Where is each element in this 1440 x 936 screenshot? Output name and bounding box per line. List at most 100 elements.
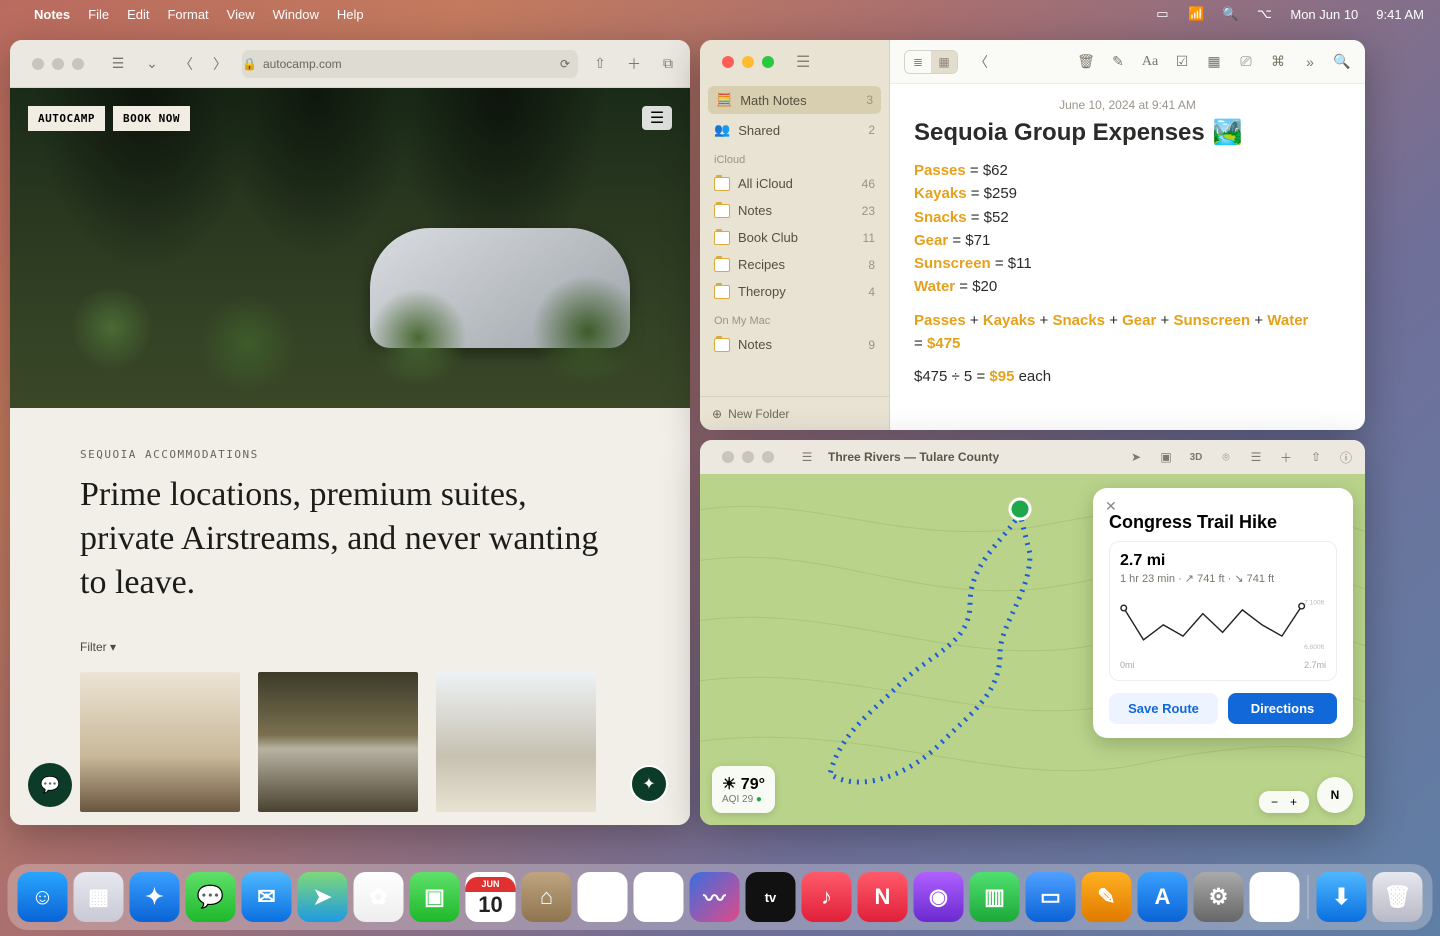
- new-folder-button[interactable]: ⊕New Folder: [700, 396, 889, 430]
- lookaround-icon[interactable]: ⌾: [1217, 450, 1235, 465]
- folder-notes[interactable]: Notes23: [700, 197, 889, 224]
- book-now-button[interactable]: BOOK NOW: [113, 106, 190, 131]
- wifi-icon[interactable]: 📶: [1188, 6, 1204, 22]
- menu-help[interactable]: Help: [337, 7, 364, 22]
- folder-recipes[interactable]: Recipes8: [700, 251, 889, 278]
- menu-file[interactable]: File: [88, 7, 109, 22]
- checklist-icon[interactable]: ☑: [1173, 53, 1191, 70]
- format-icon[interactable]: Aa: [1141, 54, 1159, 70]
- trash-icon[interactable]: 🗑: [1077, 53, 1095, 70]
- add-icon[interactable]: ＋: [1277, 449, 1295, 466]
- map-mode-icon[interactable]: ▣: [1157, 450, 1175, 464]
- view-segmented-control[interactable]: ≣▦: [904, 50, 958, 74]
- back-icon[interactable]: 〈: [972, 52, 990, 72]
- more-icon[interactable]: »: [1301, 54, 1319, 70]
- chevron-down-icon[interactable]: ⌄: [140, 52, 164, 76]
- window-minimize[interactable]: [742, 56, 754, 68]
- 3d-icon[interactable]: 3D: [1187, 452, 1205, 463]
- folder-local-notes[interactable]: Notes9: [700, 331, 889, 358]
- dock-maps[interactable]: ➤: [298, 872, 348, 922]
- note-body[interactable]: June 10, 2024 at 9:41 AM Sequoia Group E…: [890, 84, 1365, 430]
- menu-format[interactable]: Format: [167, 7, 208, 22]
- gallery-view-icon[interactable]: ▦: [931, 51, 957, 73]
- folder-all-icloud[interactable]: All iCloud46: [700, 170, 889, 197]
- save-route-button[interactable]: Save Route: [1109, 693, 1218, 724]
- spotlight-icon[interactable]: 🔍: [1222, 6, 1238, 22]
- zoom-out-button[interactable]: −: [1265, 795, 1284, 809]
- dock-reminders[interactable]: ≣: [578, 872, 628, 922]
- dock-finder[interactable]: ☺: [18, 872, 68, 922]
- sidebar-toggle-icon[interactable]: ☰: [798, 450, 816, 464]
- window-close[interactable]: [722, 56, 734, 68]
- menubar-date[interactable]: Mon Jun 10: [1290, 7, 1358, 22]
- dock-messages[interactable]: 💬: [186, 872, 236, 922]
- new-tab-icon[interactable]: ＋: [622, 52, 646, 76]
- share-icon[interactable]: ⇧: [588, 52, 612, 76]
- menubar-time[interactable]: 9:41 AM: [1376, 7, 1424, 22]
- battery-icon[interactable]: ▭: [1154, 6, 1170, 22]
- window-zoom[interactable]: [72, 58, 84, 70]
- dock-calendar[interactable]: JUN10: [466, 872, 516, 922]
- dock-facetime[interactable]: ▣: [410, 872, 460, 922]
- tabs-icon[interactable]: ⧉: [656, 52, 680, 76]
- dock-settings[interactable]: ⚙: [1194, 872, 1244, 922]
- forward-button[interactable]: 〉: [208, 52, 232, 76]
- menu-edit[interactable]: Edit: [127, 7, 149, 22]
- compose-icon[interactable]: ✎: [1109, 53, 1127, 70]
- settings-icon[interactable]: ⓘ: [1337, 449, 1355, 466]
- address-bar[interactable]: 🔒 autocamp.com ⟳: [242, 50, 578, 78]
- map-canvas[interactable]: ☀︎ 79° AQI 29 ● − + N ✕ Congress Trail H…: [700, 474, 1365, 825]
- dock-tv[interactable]: tv: [746, 872, 796, 922]
- location-icon[interactable]: ➤: [1127, 450, 1145, 464]
- window-close[interactable]: [722, 451, 734, 463]
- dock-notes[interactable]: ✎: [634, 872, 684, 922]
- compass[interactable]: N: [1317, 777, 1353, 813]
- dock-pages[interactable]: ✎: [1082, 872, 1132, 922]
- dock-launchpad[interactable]: ▦: [74, 872, 124, 922]
- dock-music[interactable]: ♪: [802, 872, 852, 922]
- dock-trash[interactable]: 🗑: [1373, 872, 1423, 922]
- dock-podcasts[interactable]: ◉: [914, 872, 964, 922]
- directions-button[interactable]: Directions: [1228, 693, 1337, 724]
- accessibility-fab-icon[interactable]: ✦: [630, 765, 668, 803]
- zoom-in-button[interactable]: +: [1284, 795, 1303, 809]
- menu-window[interactable]: Window: [273, 7, 319, 22]
- dock-keynote[interactable]: ▭: [1026, 872, 1076, 922]
- route-icon[interactable]: ☰: [1247, 450, 1265, 464]
- folder-shared[interactable]: 👥Shared 2: [700, 116, 889, 144]
- weather-widget[interactable]: ☀︎ 79° AQI 29 ●: [712, 766, 775, 813]
- window-close[interactable]: [32, 58, 44, 70]
- filter-dropdown[interactable]: Filter ▾: [80, 640, 620, 654]
- dock-photos[interactable]: ✿: [354, 872, 404, 922]
- share-icon[interactable]: ⇧: [1307, 450, 1325, 464]
- menubar-appname[interactable]: Notes: [34, 7, 70, 22]
- dock-contacts[interactable]: ⌂: [522, 872, 572, 922]
- control-center-icon[interactable]: ⌥: [1256, 6, 1272, 22]
- back-button[interactable]: 〈: [174, 52, 198, 76]
- accommodation-thumb[interactable]: [258, 672, 418, 812]
- reload-icon[interactable]: ⟳: [560, 57, 570, 71]
- hamburger-menu-icon[interactable]: ☰: [642, 106, 672, 130]
- close-icon[interactable]: ✕: [1105, 498, 1117, 515]
- dock-news[interactable]: N: [858, 872, 908, 922]
- menu-view[interactable]: View: [227, 7, 255, 22]
- dock-mail[interactable]: ✉: [242, 872, 292, 922]
- dock-freeform[interactable]: 〰: [690, 872, 740, 922]
- folder-math-notes[interactable]: 🧮Math Notes 3: [708, 86, 881, 114]
- sidebar-toggle-icon[interactable]: ☰: [106, 52, 130, 76]
- window-minimize[interactable]: [742, 451, 754, 463]
- window-minimize[interactable]: [52, 58, 64, 70]
- window-zoom[interactable]: [762, 56, 774, 68]
- sidebar-toggle-icon[interactable]: ☰: [796, 52, 810, 72]
- site-logo[interactable]: AUTOCAMP: [28, 106, 105, 131]
- folder-theropy[interactable]: Theropy4: [700, 278, 889, 305]
- accommodation-thumb[interactable]: [80, 672, 240, 812]
- chat-fab-icon[interactable]: 💬: [28, 763, 72, 807]
- dock-iphone-mirror[interactable]: ▯: [1250, 872, 1300, 922]
- folder-book-club[interactable]: Book Club11: [700, 224, 889, 251]
- table-icon[interactable]: ▦: [1205, 53, 1223, 70]
- dock-appstore[interactable]: A: [1138, 872, 1188, 922]
- dock-safari[interactable]: ✦: [130, 872, 180, 922]
- search-icon[interactable]: 🔍: [1333, 53, 1351, 70]
- dock-downloads[interactable]: ⬇: [1317, 872, 1367, 922]
